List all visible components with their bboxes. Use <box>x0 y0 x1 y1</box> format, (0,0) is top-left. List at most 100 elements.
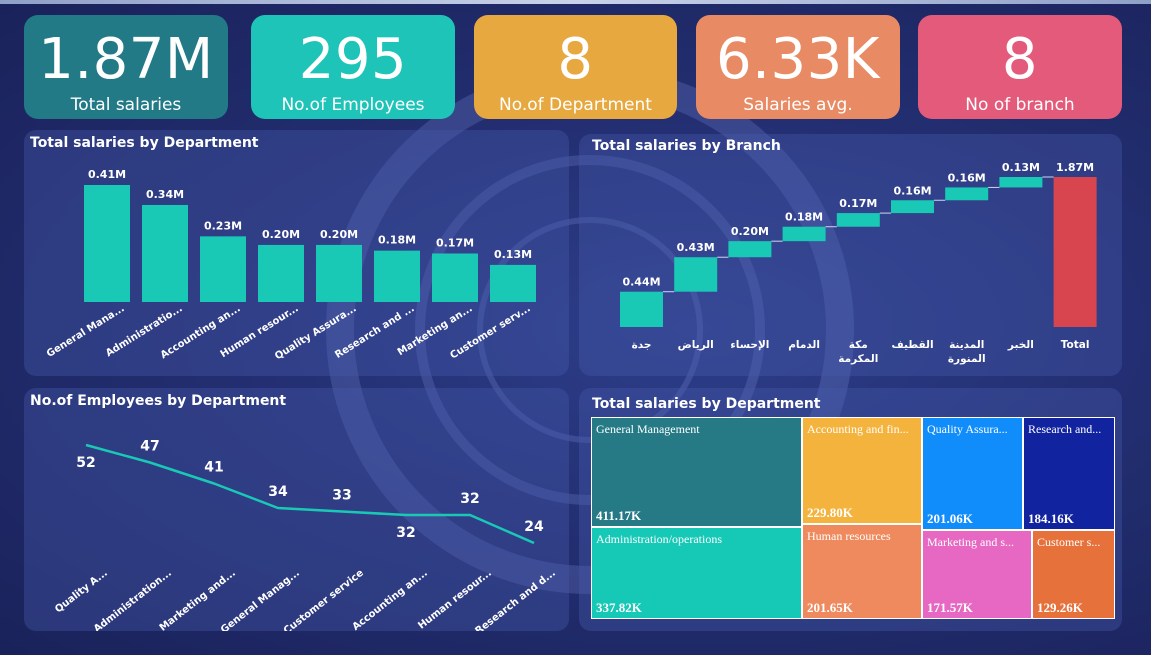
treemap-tile[interactable]: Marketing and s... 171.57K <box>922 530 1032 619</box>
kpi-value: 6.33K <box>716 27 880 92</box>
panel-salaries-by-department-bar[interactable]: Total salaries by Department 0.41M Genera… <box>24 130 569 376</box>
kpi-label: No of branch <box>965 95 1075 115</box>
bar <box>142 204 188 302</box>
data-label: 0.44M <box>622 276 660 289</box>
kpi-value: 8 <box>1001 27 1039 92</box>
waterfall-bar <box>674 257 718 292</box>
tile-value: 184.16K <box>1028 511 1074 526</box>
bar <box>258 244 304 302</box>
data-label: 0.20M <box>320 228 358 241</box>
tile-value: 229.80K <box>807 505 853 520</box>
data-label: 0.18M <box>785 211 823 224</box>
data-label: 0.43M <box>677 241 715 254</box>
bar <box>84 185 130 302</box>
data-label: 0.17M <box>839 197 877 210</box>
bar <box>490 264 536 302</box>
data-label: 0.23M <box>204 219 242 232</box>
tile-label: Human resources <box>807 529 891 543</box>
treemap-tile[interactable]: Administration/operations 337.82K <box>591 527 802 619</box>
treemap-tile[interactable]: Human resources 201.65K <box>802 524 922 619</box>
data-label: 33 <box>332 488 351 504</box>
data-label: 47 <box>140 439 159 455</box>
data-label: 0.20M <box>262 228 300 241</box>
x-tick-label: جدة <box>632 339 652 351</box>
data-label: 52 <box>76 455 95 471</box>
panel-salaries-by-branch[interactable]: Total salaries by Branch 0.44M جدة 0.43M ال… <box>579 134 1122 376</box>
bar <box>316 244 362 302</box>
data-label: 0.17M <box>436 236 474 249</box>
waterfall-bar <box>620 291 663 327</box>
data-label: 0.20M <box>731 225 769 238</box>
treemap-tile[interactable]: Research and... 184.16K <box>1023 417 1115 530</box>
top-border <box>0 0 1151 4</box>
treemap-tile[interactable]: Customer s... 129.26K <box>1032 530 1115 619</box>
data-label: 0.34M <box>146 188 184 201</box>
tile-label: Research and... <box>1028 422 1102 436</box>
bar-chart: 0.41MGeneral Mana...0.34MAdministratio..… <box>45 168 536 362</box>
data-label: 24 <box>524 519 544 535</box>
waterfall-bar <box>945 187 989 201</box>
x-tick-label: الدمام <box>788 339 820 351</box>
kpi-no-of-employees[interactable]: 295 No.of Employees <box>251 15 455 119</box>
x-tick-label: Total <box>1061 339 1090 351</box>
data-label: 0.13M <box>1002 161 1040 174</box>
x-tick-label: المنورة <box>948 353 986 365</box>
treemap-tile[interactable]: Quality Assura... 201.06K <box>922 417 1023 530</box>
waterfall-bar <box>1053 177 1097 327</box>
waterfall-bar <box>999 177 1043 188</box>
kpi-no-of-branch[interactable]: 8 No of branch <box>918 15 1122 119</box>
data-label: 0.16M <box>893 184 931 197</box>
bar <box>374 250 420 302</box>
x-tick-label: مكة <box>849 339 868 351</box>
kpi-total-salaries[interactable]: 1.87M Total salaries <box>24 15 228 119</box>
x-tick-label: المدينة <box>949 339 984 351</box>
tile-value: 201.65K <box>807 600 853 615</box>
data-label: 0.13M <box>494 248 532 261</box>
line-chart: 52Quality A...47Administration...41Marke… <box>53 439 558 632</box>
bar <box>200 236 246 302</box>
kpi-label: No.of Department <box>499 95 652 115</box>
treemap-tile[interactable]: Accounting and fin... 229.80K <box>802 417 922 524</box>
data-label: 1.87M <box>1056 161 1094 174</box>
kpi-salaries-avg[interactable]: 6.33K Salaries avg. <box>696 15 900 119</box>
tile-value: 171.57K <box>927 600 973 615</box>
tile-label: General Management <box>596 422 700 436</box>
panel-employees-by-department[interactable]: No.of Employees by Department 52 Quality … <box>24 388 569 631</box>
kpi-value: 295 <box>298 27 408 92</box>
tile-label: Accounting and fin... <box>807 422 909 436</box>
waterfall-chart: 0.44M جدة 0.43M الرياض 0.20M الإحساء 0.18M الدم… <box>620 161 1097 365</box>
x-tick-label: القطيف <box>891 339 933 351</box>
kpi-value: 1.87M <box>38 27 214 92</box>
x-tick-label: الخبر <box>1007 339 1034 351</box>
tile-label: Marketing and s... <box>927 535 1014 549</box>
tile-value: 337.82K <box>596 600 642 615</box>
x-tick-label: الإحساء <box>730 339 769 351</box>
data-label: 0.18M <box>378 234 416 247</box>
tile-value: 201.06K <box>927 511 973 526</box>
kpi-label: No.of Employees <box>281 95 425 115</box>
kpi-value: 8 <box>557 27 594 92</box>
treemap-chart: General Management 411.17K Administratio… <box>579 388 1122 631</box>
data-label: 0.41M <box>88 168 126 181</box>
waterfall-bar <box>782 226 826 242</box>
data-label: 32 <box>396 525 415 541</box>
tile-label: Quality Assura... <box>927 422 1008 436</box>
data-label: 32 <box>460 491 479 507</box>
kpi-no-of-department[interactable]: 8 No.of Department <box>474 15 677 119</box>
waterfall-bar <box>836 213 880 227</box>
tile-label: Customer s... <box>1037 535 1101 549</box>
waterfall-bar <box>728 241 772 258</box>
bar <box>432 253 478 302</box>
x-tick-label: Quality A... <box>53 568 110 616</box>
panel-salaries-treemap[interactable]: Total salaries by Department General Man… <box>579 388 1122 631</box>
tile-label: Administration/operations <box>596 532 722 546</box>
treemap-tile[interactable]: General Management 411.17K <box>591 417 802 527</box>
kpi-label: Total salaries <box>70 95 182 115</box>
kpi-label: Salaries avg. <box>743 95 853 115</box>
waterfall-bar <box>891 200 934 214</box>
data-label: 0.16M <box>948 171 986 184</box>
x-tick-label: الرياض <box>678 339 714 351</box>
tile-value: 129.26K <box>1037 600 1083 615</box>
x-tick-label: المكرمة <box>838 353 878 365</box>
tile-value: 411.17K <box>596 508 642 523</box>
